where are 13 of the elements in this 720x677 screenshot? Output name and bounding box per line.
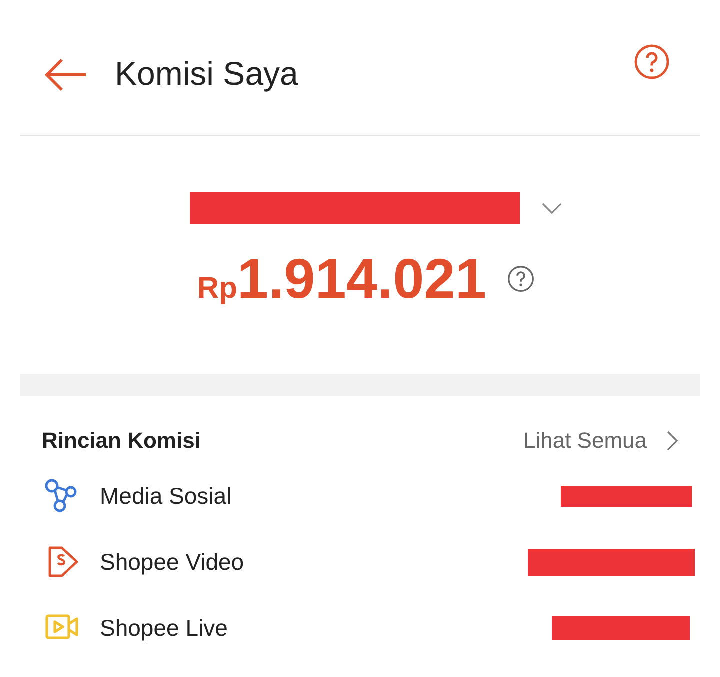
see-all-link[interactable]: Lihat Semua [523, 428, 647, 454]
currency-label: Rp [197, 272, 238, 306]
source-label: Shopee Video [100, 548, 244, 576]
page-title: Komisi Saya [115, 54, 298, 92]
chevron-down-icon[interactable] [542, 202, 562, 214]
help-icon[interactable] [634, 44, 670, 80]
back-arrow-icon[interactable] [44, 58, 88, 92]
help-icon[interactable] [506, 264, 535, 292]
source-label: Media Sosial [100, 482, 232, 510]
chevron-right-icon[interactable] [667, 431, 678, 451]
commission-amount: 1.914.021 [237, 246, 487, 311]
source-label: Shopee Live [100, 614, 228, 642]
section-title: Rincian Komisi [42, 428, 201, 454]
